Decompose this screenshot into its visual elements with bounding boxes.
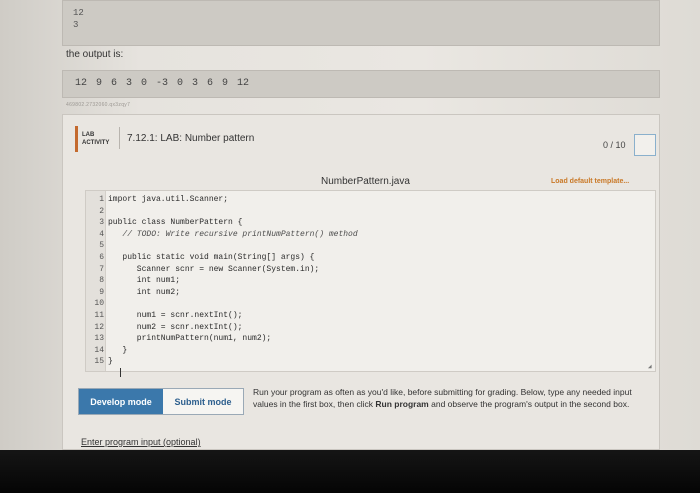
resize-grip-icon[interactable]: ◢ [648,363,652,370]
code-text: num2 = scnr.nextInt(); [108,322,243,332]
lab-tag-line2: ACTIVITY [82,140,110,146]
line-number: 1 [99,195,104,204]
load-default-template-link[interactable]: Load default template... [551,178,629,185]
lab-activity-tag: LAB ACTIVITY [75,126,117,152]
code-text: printNumPattern(num1, num2); [108,334,272,344]
line-number: 3 [99,218,104,228]
input-line-1: 12 [73,8,84,18]
score-label: 0 / 10 [603,140,626,150]
output-value: 12 9 6 3 0 -3 0 3 6 9 12 [75,78,250,89]
score-box [634,134,656,156]
enter-input-label: Enter program input (optional) [81,437,201,447]
code-text: // TODO: Write recursive printNumPattern… [108,229,358,239]
line-number: 2 [99,206,104,216]
line-number: 7 [99,264,104,274]
line-number: 11 [94,311,104,320]
output-box: 12 9 6 3 0 -3 0 3 6 9 12 [62,70,660,98]
develop-mode-button[interactable]: Develop mode [79,389,163,414]
code-text: } [108,357,113,367]
monitor-bezel [0,450,700,493]
code-editor[interactable]: 1 import java.util.Scanner; 2 3 public class… [85,190,656,377]
run-program-emphasis: Run program [375,399,429,409]
line-number: 13 [94,334,104,344]
code-text: public static void main(String[] args) { [108,253,315,262]
code-text: num1 = scnr.nextInt(); [108,311,243,320]
line-number: 15 [94,357,104,367]
line-number: 8 [99,276,104,286]
text-cursor [120,368,121,377]
lab-divider [119,127,120,149]
lab-title: 7.12.1: LAB: Number pattern [127,133,255,144]
code-text: import java.util.Scanner; [108,195,229,204]
submit-mode-button[interactable]: Submit mode [163,389,243,414]
code-text: int num1; [108,276,181,286]
code-text: public class NumberPattern { [108,218,243,228]
line-number: 9 [99,287,104,297]
line-number: 5 [99,241,104,251]
file-name: NumberPattern.java [321,176,410,187]
input-line-2: 3 [73,20,79,30]
run-instructions: Run your program as often as you'd like,… [253,386,651,410]
code-text: Scanner scnr = new Scanner(System.in); [108,264,320,274]
line-number: 14 [94,345,104,355]
line-number: 12 [94,322,104,332]
code-text: int num2; [108,287,181,297]
screen: 12 3 the output is: 12 9 6 3 0 -3 0 3 6 … [0,0,700,450]
output-label: the output is: [66,49,124,60]
mode-toggle: Develop mode Submit mode [78,388,244,415]
line-number: 4 [99,229,104,239]
lab-tag-line1: LAB [82,132,95,138]
activity-id: 469802.2732060.qx3zqy7 [66,102,131,108]
line-number: 6 [99,253,104,262]
code-text: } [108,345,128,355]
line-number: 10 [94,299,104,309]
previous-input-box: 12 3 [62,0,660,46]
lab-activity-card: LAB ACTIVITY 7.12.1: LAB: Number pattern… [62,114,660,450]
run-instructions-part2: and observe the program's output in the … [428,399,630,409]
